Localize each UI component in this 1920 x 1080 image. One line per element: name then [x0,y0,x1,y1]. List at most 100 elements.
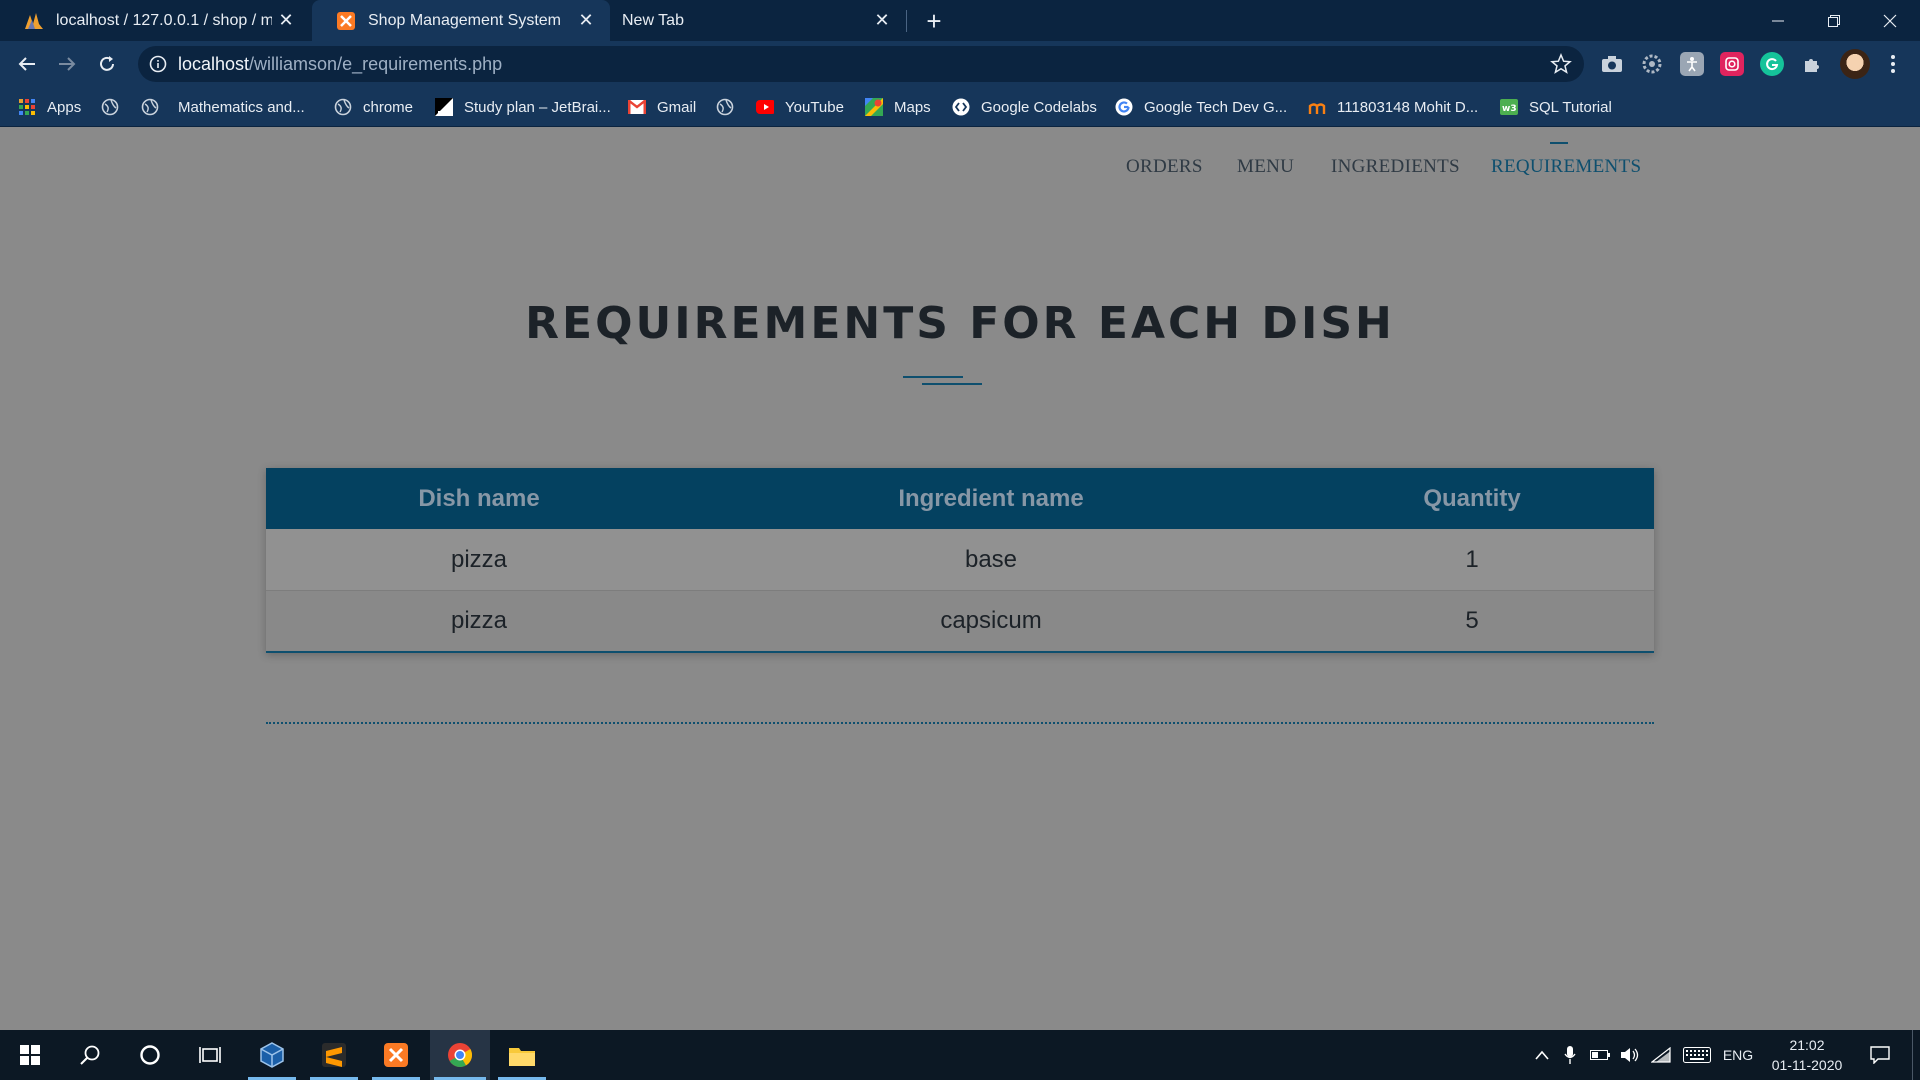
bookmark-globe-2[interactable] [716,87,745,127]
page-content: ORDERS MENU INGREDIENTS REQUIREMENTS REQ… [0,128,1920,1030]
close-tab-icon[interactable]: ✕ [868,7,896,35]
globe-icon [716,98,734,116]
search-icon[interactable] [62,1030,118,1080]
sublime-text-icon[interactable] [306,1030,362,1080]
table-header: Dish name Ingredient name Quantity [266,468,1654,529]
dotted-divider [266,722,1654,724]
forward-arrow-icon[interactable] [51,48,83,80]
reload-icon[interactable] [91,48,123,80]
bookmark-google-tech-dev[interactable]: Google Tech Dev G... [1115,87,1287,127]
bookmark-sql-tutorial[interactable]: w3 SQL Tutorial [1500,87,1612,127]
nav-menu[interactable]: MENU [1237,156,1294,186]
tab-title: New Tab [622,11,684,29]
tab-phpmyadmin[interactable]: localhost / 127.0.0.1 / shop / menu ✕ [0,0,310,41]
youtube-icon [756,98,774,116]
volume-icon[interactable] [1616,1030,1644,1080]
windows-taskbar: ENG 21:02 01-11-2020 [0,1030,1920,1080]
column-header-quantity: Quantity [1423,484,1521,512]
google-icon [1115,98,1133,116]
bookmark-moodle[interactable]: 111803148 Mohit D... [1308,87,1478,127]
settings-extension-icon[interactable] [1640,52,1664,76]
globe-icon [334,98,352,116]
xampp-taskbar-icon[interactable] [368,1030,424,1080]
profile-avatar[interactable] [1840,49,1870,79]
address-bar[interactable]: localhost/williamson/e_requirements.php [138,46,1584,82]
maps-icon [865,98,883,116]
close-tab-icon[interactable]: ✕ [572,7,600,35]
nav-ingredients[interactable]: INGREDIENTS [1331,156,1460,186]
bookmark-globe[interactable] [101,87,130,127]
keyboard-icon[interactable] [1680,1030,1714,1080]
restore-icon[interactable] [1806,0,1862,41]
taskbar-clock[interactable]: 21:02 01-11-2020 [1762,1035,1852,1075]
cell-quantity: 5 [1465,607,1479,634]
bookmark-apps[interactable]: Apps [18,87,81,127]
new-tab-plus-icon[interactable]: + [918,6,950,36]
notifications-icon[interactable] [1862,1030,1898,1080]
microphone-icon[interactable] [1558,1030,1582,1080]
table-row: pizza base 1 [266,529,1654,591]
cortana-icon[interactable] [122,1030,178,1080]
codelabs-icon [952,98,970,116]
bookmark-chrome[interactable]: chrome [334,87,413,127]
windows-start-icon[interactable] [2,1030,58,1080]
task-view-icon[interactable] [182,1030,238,1080]
bookmark-jetbrains[interactable]: Study plan – JetBrai... [435,87,611,127]
site-info-icon[interactable] [148,54,168,74]
file-explorer-icon[interactable] [494,1030,550,1080]
xampp-icon [336,11,356,31]
bookmarks-bar: Apps Mathematics and... chrome Study pla… [0,87,1920,127]
nav-orders[interactable]: ORDERS [1126,156,1203,186]
tab-divider [906,10,907,32]
cell-ingredient-name: capsicum [940,607,1042,634]
active-nav-marker [1550,142,1568,144]
battery-icon[interactable] [1586,1030,1614,1080]
nav-requirements[interactable]: REQUIREMENTS [1491,156,1641,186]
show-desktop-button[interactable] [1912,1030,1920,1080]
bookmark-maps[interactable]: Maps [865,87,931,127]
page-title: REQUIREMENTS FOR EACH DISH [525,298,1395,349]
back-arrow-icon[interactable] [11,48,43,80]
accessibility-extension-icon[interactable] [1680,52,1704,76]
bookmark-gmail[interactable]: Gmail [628,87,696,127]
gmail-icon [628,98,646,116]
more-menu-icon[interactable] [1880,49,1906,79]
tab-new-tab[interactable]: New Tab ✕ [612,0,906,41]
clock-date: 01-11-2020 [1771,1057,1843,1073]
pinterest-extension-icon[interactable] [1720,52,1744,76]
title-underline [922,383,982,385]
globe-icon [141,98,159,116]
clock-time: 21:02 [1789,1037,1825,1053]
bookmark-google-codelabs[interactable]: Google Codelabs [952,87,1097,127]
chrome-taskbar-icon[interactable] [430,1030,490,1080]
cell-ingredient-name: base [964,545,1018,573]
column-header-dish-name: Dish name [418,484,540,512]
cell-dish-name: pizza [450,545,508,573]
svg-text:w3: w3 [1502,104,1517,114]
language-indicator[interactable]: ENG [1718,1030,1758,1080]
globe-icon [101,98,119,116]
extensions-puzzle-icon[interactable] [1800,52,1824,76]
bookmark-mathematics[interactable]: Mathematics and... [141,87,305,127]
grammarly-icon[interactable] [1760,52,1784,76]
show-hidden-icons-chevron-icon[interactable] [1528,1030,1556,1080]
close-tab-icon[interactable]: ✕ [272,7,300,35]
minimize-icon[interactable] [1750,0,1806,41]
column-header-ingredient-name: Ingredient name [898,484,1084,512]
requirements-table: Dish name Ingredient name Quantity pizza… [266,468,1654,653]
browser-toolbar: localhost/williamson/e_requirements.php [0,41,1920,87]
url-text[interactable]: localhost/williamson/e_requirements.php [178,46,502,82]
tab-title: Shop Management System [368,11,561,29]
tab-shop-management[interactable]: Shop Management System ✕ [312,0,610,41]
close-window-icon[interactable] [1862,0,1918,41]
cell-dish-name: pizza [450,607,508,634]
apps-grid-icon [18,98,36,116]
virtualbox-icon[interactable] [244,1030,300,1080]
bookmark-youtube[interactable]: YouTube [756,87,844,127]
phpmyadmin-icon [24,11,44,31]
cell-quantity: 1 [1465,545,1479,573]
jetbrains-icon [435,98,453,116]
screenshot-extension-icon[interactable] [1600,52,1624,76]
bookmark-star-icon[interactable] [1550,53,1572,75]
wifi-icon[interactable] [1646,1030,1676,1080]
